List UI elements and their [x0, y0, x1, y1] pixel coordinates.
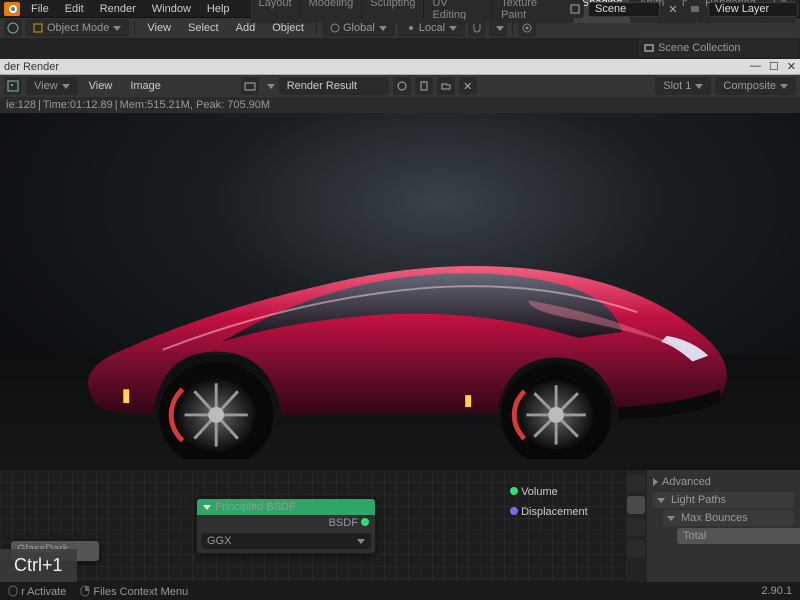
viewport-menu-object[interactable]: Object — [265, 21, 311, 35]
viewlayer-name-field[interactable]: View Layer — [708, 2, 798, 17]
render-frame-label: ie:128 — [6, 99, 36, 111]
mode-selector[interactable]: Object Mode — [25, 19, 129, 37]
render-layer-dropdown[interactable]: Composite — [715, 77, 796, 95]
properties-tabs — [625, 470, 647, 594]
menu-window[interactable]: Window — [145, 2, 198, 16]
minimize-icon[interactable]: — — [750, 60, 761, 73]
pivot-point[interactable]: Local — [398, 19, 465, 37]
render-viewport[interactable] — [0, 113, 800, 469]
image-editor-menu-image[interactable]: Image — [123, 79, 168, 93]
outliner-row[interactable]: Scene Collection — [638, 39, 798, 57]
scene-browse-icon[interactable] — [566, 0, 584, 18]
image-editor-type-icon[interactable] — [4, 77, 22, 95]
props-light-paths-row[interactable]: Light Paths — [653, 492, 794, 508]
render-result-field[interactable]: Render Result — [279, 77, 389, 95]
menu-edit[interactable]: Edit — [58, 2, 91, 16]
image-editor-header: View View Image Render Result ✕ Slot 1 C… — [0, 75, 800, 97]
menu-render[interactable]: Render — [93, 2, 143, 16]
viewlayer-browse-icon[interactable] — [686, 0, 704, 18]
prop-tab-render[interactable] — [627, 474, 645, 492]
status-bar: r Activate Files Context Menu 2.90.1 — [0, 582, 800, 600]
close-icon[interactable]: ✕ — [787, 60, 796, 73]
scene-controls: Scene ✕ View Layer — [566, 0, 798, 18]
output-socket-displacement[interactable]: Displacement — [510, 506, 588, 518]
image-browse-icon[interactable] — [241, 77, 259, 95]
blender-logo-icon[interactable] — [4, 2, 20, 16]
viewport-menu-select[interactable]: Select — [181, 21, 226, 35]
prop-tab-scene[interactable] — [627, 540, 645, 558]
prop-tab-viewlayer[interactable] — [627, 518, 645, 536]
tab-layout[interactable]: Layout — [251, 0, 300, 23]
maximize-icon[interactable]: ☐ — [769, 60, 779, 73]
render-status-bar: ie:128 | Time:01:12.89 | Mem:515.21M, Pe… — [0, 97, 800, 113]
image-editor-menu-view[interactable]: View — [82, 79, 120, 93]
render-window-titlebar: der Render — ☐ ✕ — [0, 59, 800, 75]
unlink-image-icon[interactable]: ✕ — [459, 77, 477, 95]
snap-type-icon[interactable] — [489, 19, 507, 37]
props-advanced-row[interactable]: Advanced — [653, 474, 794, 490]
version-label: 2.90.1 — [761, 585, 792, 597]
node-principled-bsdf[interactable]: Principled BSDF BSDF GGX — [196, 498, 376, 554]
collection-icon — [644, 43, 654, 53]
total-bounces-field[interactable]: Total 12 — [677, 528, 800, 544]
output-socket-volume[interactable]: Volume — [510, 486, 558, 498]
prop-tab-output[interactable] — [627, 496, 645, 514]
total-bounces-label: Total — [683, 530, 706, 542]
rendered-car-image — [64, 241, 736, 426]
open-image-icon[interactable] — [437, 77, 455, 95]
scene-name-field[interactable]: Scene — [588, 2, 660, 17]
menu-file[interactable]: File — [24, 2, 56, 16]
snap-toggle-icon[interactable] — [468, 19, 486, 37]
transform-orientation[interactable]: Global — [322, 19, 395, 37]
mouse-hint-context: Files Context Menu — [80, 585, 188, 598]
linked-count-icon[interactable] — [393, 77, 411, 95]
top-menu-bar: File Edit Render Window Help Layout Mode… — [0, 0, 800, 18]
render-memory-label: Mem:515.21M, Peak: 705.90M — [120, 99, 270, 111]
scene-collection-label: Scene Collection — [658, 42, 741, 54]
menu-help[interactable]: Help — [200, 2, 237, 16]
new-image-icon[interactable] — [415, 77, 433, 95]
editor-type-icon[interactable] — [4, 19, 22, 37]
proportional-edit-icon[interactable] — [518, 19, 536, 37]
mouse-hint-activate: r Activate — [8, 585, 66, 598]
properties-panel: Advanced Light Paths Max Bounces Total 1… — [624, 470, 800, 594]
render-time-label: Time:01:12.89 — [43, 99, 113, 111]
viewport-menu-view[interactable]: View — [140, 21, 178, 35]
viewport-menu-add[interactable]: Add — [229, 21, 263, 35]
view-mode-dropdown[interactable]: View — [26, 77, 78, 95]
render-window-title: der Render — [4, 61, 59, 73]
scene-close-icon[interactable]: ✕ — [664, 0, 682, 18]
render-slot-dropdown[interactable]: Slot 1 — [655, 77, 711, 95]
hotkey-overlay: Ctrl+1 — [0, 549, 77, 582]
props-max-bounces-row[interactable]: Max Bounces — [663, 510, 794, 526]
shader-node-editor[interactable]: GlassDark Principled BSDF BSDF GGX Volum… — [0, 469, 800, 594]
